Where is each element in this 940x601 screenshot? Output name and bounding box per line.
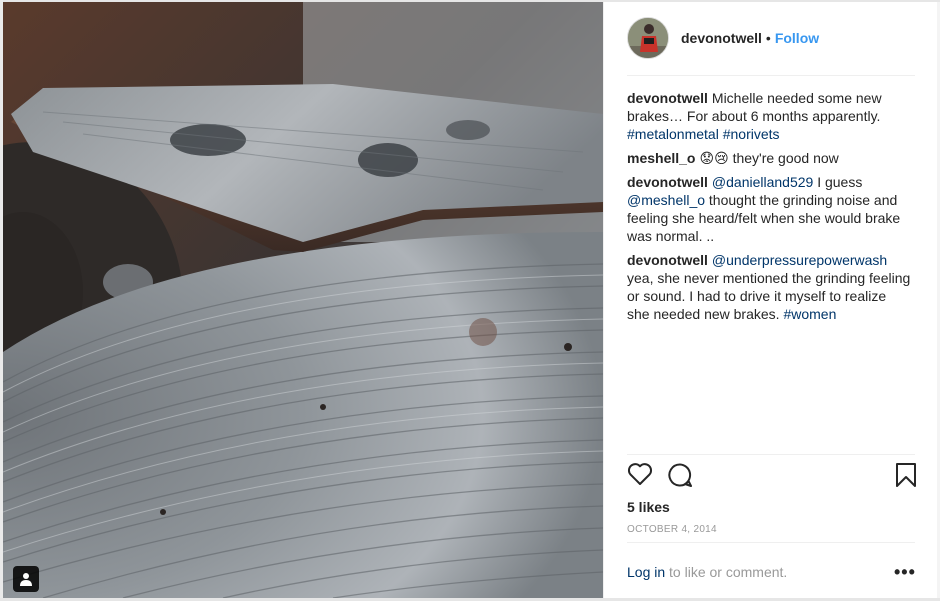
hashtag-link[interactable]: #women	[783, 306, 836, 322]
heart-outline-icon	[627, 463, 653, 485]
bookmark-icon	[896, 463, 916, 487]
more-options-button[interactable]: •••	[894, 562, 916, 583]
speech-bubble-icon	[668, 463, 692, 487]
avatar-image	[628, 18, 668, 58]
like-button[interactable]	[627, 462, 653, 491]
mention-link[interactable]: @meshell_o	[627, 192, 705, 208]
comment-item: devonotwell Michelle needed some new brak…	[627, 89, 912, 143]
comment-username[interactable]: devonotwell	[627, 252, 708, 268]
likes-count[interactable]: 5 likes	[627, 499, 670, 515]
login-suffix: to like or comment.	[665, 564, 788, 580]
hashtag-link[interactable]: #metalonmetal	[627, 126, 719, 142]
user-tags-button[interactable]	[13, 566, 39, 592]
avatar[interactable]	[627, 17, 669, 59]
comment-item: meshell_o 😟😢 they're good now	[627, 149, 912, 167]
mention-link[interactable]: @danielland529	[712, 174, 813, 190]
save-button[interactable]	[895, 462, 917, 493]
comment-username[interactable]: devonotwell	[627, 174, 708, 190]
follow-button[interactable]: Follow	[775, 30, 819, 46]
comment-username[interactable]: meshell_o	[627, 150, 695, 166]
login-link[interactable]: Log in	[627, 564, 665, 580]
actions-divider	[627, 454, 915, 455]
comment-username[interactable]: devonotwell	[627, 90, 708, 106]
header-separator: •	[765, 30, 771, 46]
comment-text: yea, she never mentioned the grinding fe…	[627, 270, 911, 322]
login-prompt: Log in to like or comment.	[627, 564, 787, 580]
brake-rotor-photo	[3, 2, 603, 598]
mention-link[interactable]: @underpressurepowerwash	[712, 252, 887, 268]
person-icon	[20, 573, 32, 586]
post-details-panel: devonotwell • Follow devonotwell Michelle…	[603, 2, 938, 598]
comments-list: devonotwell Michelle needed some new brak…	[627, 89, 912, 329]
comment-item: devonotwell @danielland529 I guess @meshe…	[627, 173, 912, 245]
comment-item: devonotwell @underpressurepowerwash yea, …	[627, 251, 912, 323]
action-bar	[627, 462, 917, 492]
header-username[interactable]: devonotwell	[681, 30, 762, 46]
comment-text: 😟😢 they're good now	[699, 150, 839, 166]
post-header: devonotwell • Follow	[627, 16, 819, 60]
post-date[interactable]: OCTOBER 4, 2014	[627, 524, 717, 535]
comment-button[interactable]	[667, 462, 693, 493]
header-divider	[627, 75, 915, 76]
post-photo[interactable]	[3, 2, 603, 598]
login-divider	[627, 542, 915, 543]
comment-text: I guess	[813, 174, 863, 190]
hashtag-link[interactable]: #norivets	[723, 126, 780, 142]
